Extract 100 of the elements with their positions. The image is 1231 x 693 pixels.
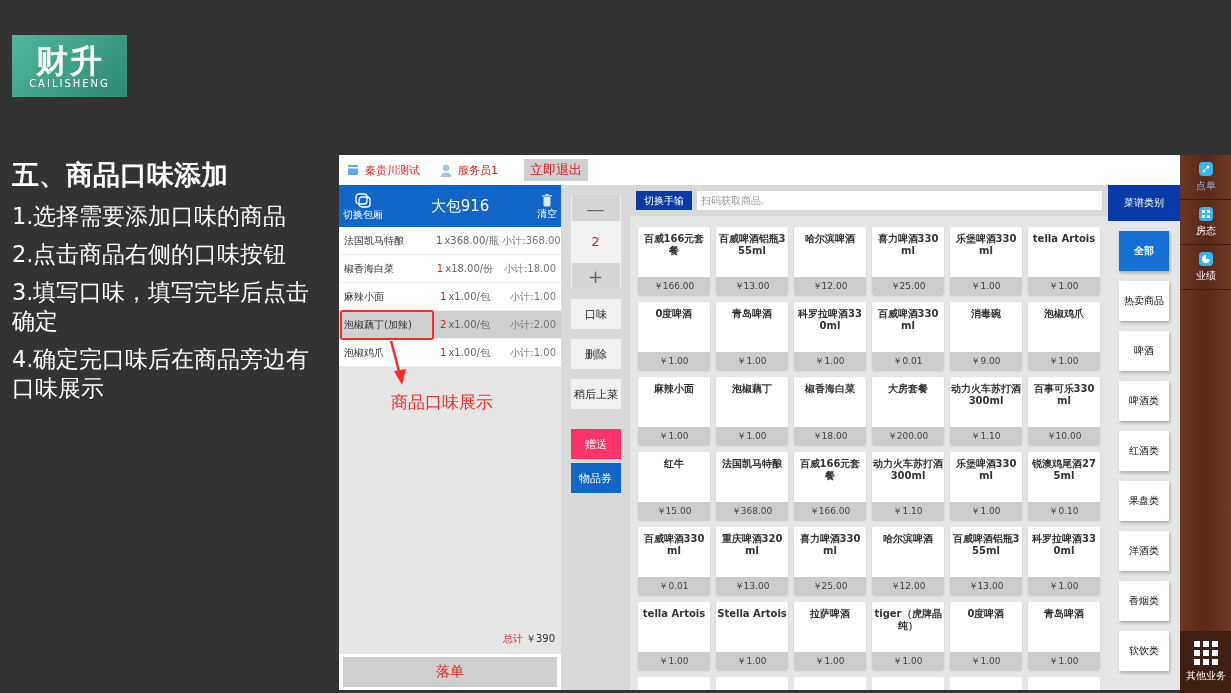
table-name: 大包916: [430, 196, 490, 216]
dish-name: 泡椒鸡爪: [344, 345, 385, 360]
share-icon: [1198, 161, 1213, 176]
product-card[interactable]: 红牛 ￥15.00: [638, 452, 710, 520]
product-card[interactable]: 法国凯马特酿 ￥368.00: [716, 452, 788, 520]
category-button[interactable]: 香烟类: [1119, 581, 1169, 621]
dish-subtotal: 小计:1.00: [509, 345, 556, 360]
step-text: 1.选择需要添加口味的商品: [12, 202, 288, 231]
action-button[interactable]: 赠送: [570, 429, 621, 459]
staff-name: 服务员1: [458, 162, 498, 178]
category-button[interactable]: 洋酒类: [1119, 531, 1169, 571]
product-card[interactable]: 百威啤酒330ml ￥0.01: [638, 527, 710, 595]
minus-button[interactable]: —: [571, 195, 620, 221]
more-business-button[interactable]: 其他业务: [1180, 631, 1231, 693]
product-card[interactable]: 椒香海白菜 ￥18.00: [794, 377, 866, 445]
product-card[interactable]: 百威啤酒330ml ￥0.01: [872, 302, 944, 370]
switch-room-label: 切换包厢: [343, 208, 383, 220]
plus-button[interactable]: +: [571, 263, 620, 289]
product-card[interactable]: 哈尔滨啤酒 ￥12.00: [794, 227, 866, 295]
category-button[interactable]: 热卖商品: [1119, 281, 1169, 321]
category-button[interactable]: 软饮类: [1119, 631, 1169, 671]
clear-label: 清空: [537, 207, 557, 219]
product-card[interactable]: Stella Artois ￥1.00: [716, 602, 788, 670]
product-card[interactable]: 动力火车苏打酒300ml ￥1.10: [950, 377, 1022, 445]
product-card[interactable]: 青岛啤酒 ￥1.00: [716, 302, 788, 370]
category-button[interactable]: 果盘类: [1119, 481, 1169, 521]
dish-quantity: 1 x368.00/瓶: [436, 233, 499, 248]
slide-heading: 五、商品口味添加: [12, 158, 229, 192]
dish-quantity: 2 x1.00/包: [439, 317, 491, 332]
product-card[interactable]: 0度啤酒 ￥1.00: [638, 302, 710, 370]
product-card[interactable]: 消毒碗 ￥9.00: [950, 302, 1022, 370]
dish-name: 椒香海白菜: [344, 261, 395, 276]
dish-name: 泡椒藕丁(加辣): [344, 317, 413, 332]
manual-input-button[interactable]: 切换手输: [636, 191, 692, 210]
product-card[interactable]: 大房套餐 ￥200.00: [872, 377, 944, 445]
quantity-value: 2: [591, 233, 600, 251]
product-card[interactable]: 喜力啤酒330ml ￥25.00: [872, 227, 944, 295]
dish-quantity: 1 x18.00/份: [436, 261, 494, 276]
action-button[interactable]: 删除: [570, 339, 621, 369]
product-card[interactable]: 百事可乐330ml ￥10.00: [1028, 377, 1100, 445]
category-button[interactable]: 啤酒类: [1119, 381, 1169, 421]
product-card[interactable]: 百威啤酒铝瓶355ml ￥13.00: [716, 227, 788, 295]
dish-name: 法国凯马特酿: [344, 233, 405, 248]
step-text: 4.确定完口味后在商品旁边有口味展示: [12, 345, 311, 403]
product-card[interactable]: tella Artois ￥1.00: [638, 602, 710, 670]
product-card[interactable]: 百威166元套餐 ￥166.00: [794, 452, 866, 520]
product-card[interactable]: 动力火车苏打酒300ml ￥1.10: [872, 452, 944, 520]
apps-icon: [1193, 641, 1218, 665]
dish-subtotal: 小计:1.00: [509, 289, 556, 304]
order-row[interactable]: 泡椒藕丁(加辣) 2 x1.00/包 小计:2.00: [339, 311, 561, 339]
product-card[interactable]: 科罗拉啤酒330ml ￥1.00: [794, 302, 866, 370]
category-button[interactable]: 全部: [1119, 231, 1169, 271]
product-card[interactable]: 重庆啤酒320ml ￥13.00: [716, 527, 788, 595]
product-card[interactable]: 乐堡啤酒330ml ￥1.00: [950, 227, 1022, 295]
arrow-annotation: [389, 341, 409, 385]
grid-icon: [1198, 206, 1213, 221]
product-card[interactable]: 青岛啤酒 ￥1.00: [1028, 602, 1100, 670]
store-icon: [347, 164, 359, 176]
product-card[interactable]: 麻辣小面 ￥1.00: [638, 377, 710, 445]
switch-room-icon[interactable]: [355, 192, 371, 208]
product-card[interactable]: tiger（虎牌晶纯） ￥1.00: [872, 602, 944, 670]
order-total: 总计 ￥390: [501, 632, 556, 646]
order-row[interactable]: 法国凯马特酿 1 x368.00/瓶 小计:368.00: [339, 227, 561, 255]
action-button[interactable]: 稍后上菜: [570, 379, 621, 409]
product-card[interactable]: 百威啤酒铝瓶355ml ￥13.00: [950, 527, 1022, 595]
dish-subtotal: 小计:2.00: [509, 317, 556, 332]
product-card[interactable]: 泡椒藕丁 ￥1.00: [716, 377, 788, 445]
action-button[interactable]: 口味: [570, 299, 621, 329]
product-card[interactable]: 哈尔滨啤酒 ￥12.00: [872, 527, 944, 595]
order-row[interactable]: 麻辣小面 1 x1.00/包 小计:1.00: [339, 283, 561, 311]
product-card[interactable]: 拉萨啤酒 ￥1.00: [794, 602, 866, 670]
logo: 财升 CAILISHENG: [12, 35, 127, 97]
annotation-text: 商品口味展示: [391, 391, 493, 414]
dish-quantity: 1 x1.00/包: [439, 289, 491, 304]
user-icon: [440, 163, 452, 177]
product-card[interactable]: 科罗拉啤酒330ml ￥1.00: [1028, 527, 1100, 595]
product-card[interactable]: 喜力啤酒330ml ￥25.00: [794, 527, 866, 595]
dish-subtotal: 小计:18.00: [503, 261, 556, 276]
product-card[interactable]: tella Artois ￥1.00: [1028, 227, 1100, 295]
category-button[interactable]: 啤酒: [1119, 331, 1169, 371]
order-row[interactable]: 椒香海白菜 1 x18.00/份 小计:18.00: [339, 255, 561, 283]
product-card[interactable]: 锐澳鸡尾酒275ml ￥0.10: [1028, 452, 1100, 520]
product-card[interactable]: 0度啤酒 ￥1.00: [950, 602, 1022, 670]
product-card[interactable]: 乐堡啤酒330ml ￥1.00: [950, 452, 1022, 520]
scan-field[interactable]: 扫码获取商品.: [697, 191, 1102, 210]
category-button[interactable]: 红酒类: [1119, 431, 1169, 471]
dish-quantity: 1 x1.00/包: [439, 345, 491, 360]
dish-subtotal: 小计:368.00: [501, 233, 561, 248]
dish-name: 麻辣小面: [344, 289, 385, 304]
nav-item[interactable]: 房态: [1180, 200, 1231, 245]
trash-icon[interactable]: [542, 193, 552, 207]
pie-chart-icon: [1198, 251, 1213, 266]
product-card[interactable]: 泡椒鸡爪 ￥1.00: [1028, 302, 1100, 370]
order-row[interactable]: 泡椒鸡爪 1 x1.00/包 小计:1.00: [339, 339, 561, 367]
category-header: 菜谱类别: [1108, 185, 1180, 221]
product-card[interactable]: 百威166元套餐 ￥166.00: [638, 227, 710, 295]
action-button[interactable]: 物品券: [570, 463, 621, 493]
nav-item[interactable]: 业绩: [1180, 245, 1231, 290]
step-text: 3.填写口味，填写完毕后点击确定: [12, 278, 311, 336]
nav-item[interactable]: 点单: [1180, 155, 1231, 200]
